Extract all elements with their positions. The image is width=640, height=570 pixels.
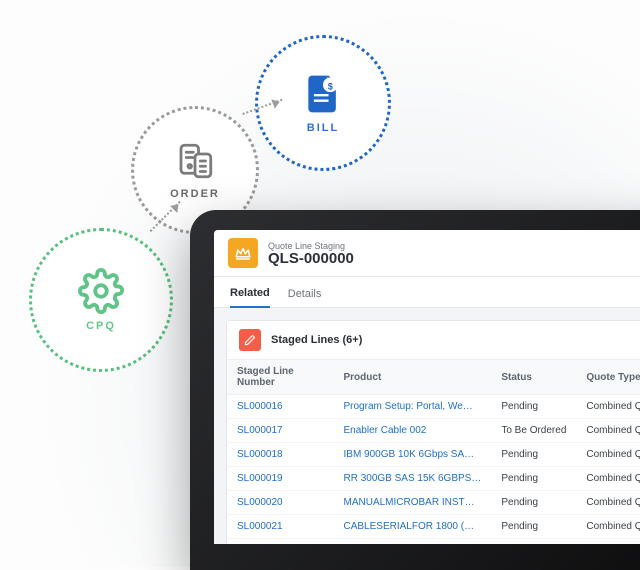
page-header: Quote Line Staging QLS-000000: [214, 230, 640, 277]
staged-line-number-link[interactable]: SL000018: [227, 443, 334, 467]
product-link[interactable]: IBM 900GB 10K 6Gbps SA…: [334, 443, 492, 467]
table-row: SL000016Program Setup: Portal, We…Pendin…: [227, 395, 640, 419]
table-row: SL000020MANUALMICROBAR INST…PendingCombi…: [227, 491, 640, 515]
product-link[interactable]: MANUALMICROBAR INST…: [334, 491, 492, 515]
card-title: Staged Lines (6+): [271, 334, 362, 346]
crown-icon: [228, 238, 258, 268]
table-row: SL000021CABLESERIALFOR 1800 (…PendingCom…: [227, 515, 640, 539]
product-link[interactable]: Program Setup: Portal, We…: [334, 395, 492, 419]
cpq-circle: CPQ: [31, 230, 171, 370]
bill-icon: $: [301, 72, 345, 116]
table-row: SL000017Enabler Cable 002To Be OrderedCo…: [227, 419, 640, 443]
staged-line-number-link[interactable]: SL000020: [227, 491, 334, 515]
quote-type-cell: Combined Quote: [576, 395, 640, 419]
quote-type-cell: Combined Quote: [576, 443, 640, 467]
quote-type-cell: Combined Quote: [576, 419, 640, 443]
table-row: SL000019RR 300GB SAS 15K 6GBPS…PendingCo…: [227, 467, 640, 491]
svg-text:$: $: [328, 81, 333, 91]
status-cell: Pending: [491, 491, 576, 515]
status-cell: Pending: [491, 467, 576, 491]
status-cell: Pending: [491, 395, 576, 419]
status-cell: Pending: [491, 443, 576, 467]
laptop-mockup: Quote Line Staging QLS-000000 Related De…: [190, 210, 640, 570]
pencil-icon: [239, 329, 261, 351]
staged-line-number-link[interactable]: SL000017: [227, 419, 334, 443]
app-screen: Quote Line Staging QLS-000000 Related De…: [214, 230, 640, 544]
staged-line-number-link[interactable]: SL000019: [227, 467, 334, 491]
status-cell: Pending: [491, 515, 576, 539]
order-icon: [174, 140, 216, 182]
table-row: SL000018IBM 900GB 10K 6Gbps SA…PendingCo…: [227, 443, 640, 467]
quote-type-cell: Combined Quote: [576, 467, 640, 491]
page-title: QLS-000000: [268, 251, 354, 266]
product-link[interactable]: RR 300GB SAS 15K 6GBPS…: [334, 467, 492, 491]
col-quote-type[interactable]: Quote Type: [576, 360, 640, 395]
page-title-block: Quote Line Staging QLS-000000: [268, 241, 354, 266]
staged-line-number-link[interactable]: SL000016: [227, 395, 334, 419]
staged-lines-table: Staged Line Number Product Status Quote …: [227, 360, 640, 539]
product-link[interactable]: CABLESERIALFOR 1800 (…: [334, 515, 492, 539]
quote-type-cell: Combined Quote: [576, 491, 640, 515]
card-header: Staged Lines (6+) New: [227, 321, 640, 360]
view-all-link[interactable]: View All: [227, 539, 640, 544]
col-status[interactable]: Status: [491, 360, 576, 395]
status-cell: To Be Ordered: [491, 419, 576, 443]
col-product[interactable]: Product: [334, 360, 492, 395]
staged-line-number-link[interactable]: SL000021: [227, 515, 334, 539]
tab-details[interactable]: Details: [288, 288, 322, 307]
product-link[interactable]: Enabler Cable 002: [334, 419, 492, 443]
page-kicker: Quote Line Staging: [268, 241, 354, 251]
cpq-label: CPQ: [86, 320, 116, 332]
col-staged-line-number[interactable]: Staged Line Number: [227, 360, 334, 395]
bill-label: BILL: [307, 122, 339, 134]
quote-type-cell: Combined Quote: [576, 515, 640, 539]
tab-related[interactable]: Related: [230, 287, 270, 308]
gear-icon: [78, 268, 124, 314]
tab-bar: Related Details: [214, 277, 640, 308]
staged-lines-card: Staged Lines (6+) New Staged Line Number…: [226, 320, 640, 544]
